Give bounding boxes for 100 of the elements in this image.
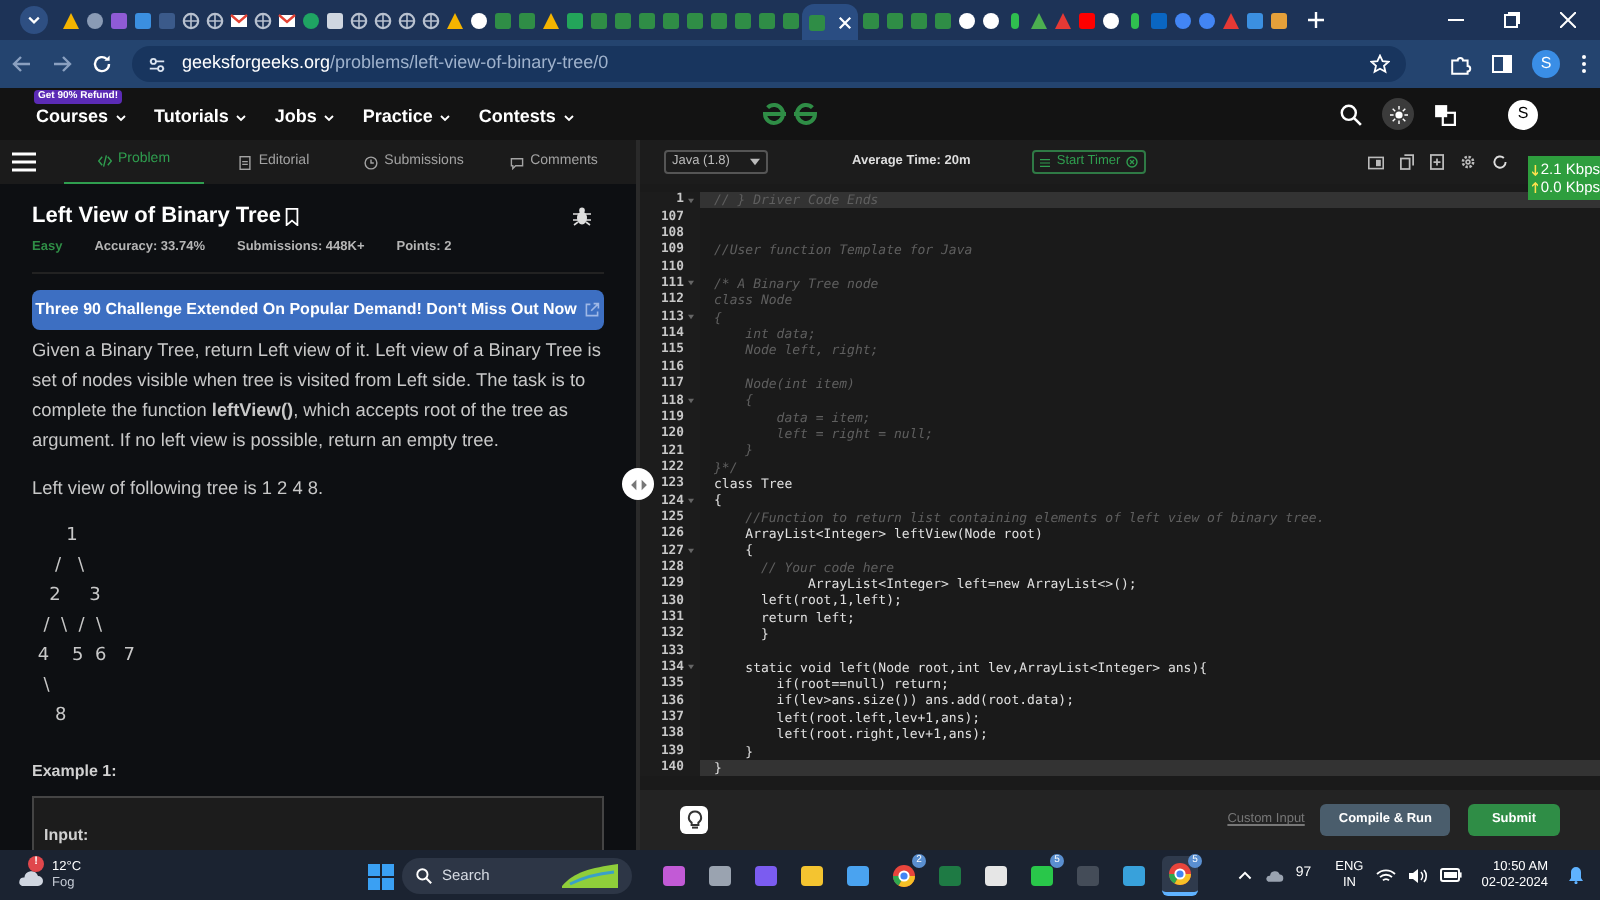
windows-logo-icon[interactable] (368, 863, 394, 889)
favicon-icon (397, 11, 415, 29)
nav-menu-item[interactable]: Jobs (274, 103, 337, 131)
favicon-icon (421, 11, 439, 29)
app-icon (800, 864, 824, 888)
announcement-banner[interactable]: Three 90 Challenge Extended On Popular Demand! Don't Miss Out Now (32, 289, 604, 330)
fold-caret-icon[interactable] (687, 397, 693, 404)
app-icon (1168, 862, 1192, 886)
address-bar[interactable]: geeksforgeeks.org/problems/left-view-of-binary-tree/0 (132, 46, 1406, 82)
app-icon (1122, 864, 1146, 888)
bell-icon[interactable] (1568, 866, 1584, 884)
tree-diagram-line: / \ / \ (41, 613, 105, 640)
favicon-icon (181, 11, 199, 29)
favicon-icon (349, 11, 367, 29)
tree-diagram-line: 1 (64, 523, 80, 550)
star-icon[interactable] (1370, 54, 1390, 74)
translate-icon[interactable] (1434, 103, 1456, 125)
app-icon (662, 864, 686, 888)
speaker-icon[interactable] (1407, 867, 1428, 883)
reload-icon[interactable] (92, 54, 112, 74)
tree-diagram-line: 2 3 (47, 583, 103, 610)
favicon-icon (373, 11, 391, 29)
add-file-icon[interactable] (1430, 154, 1444, 170)
plus-icon (1308, 12, 1324, 28)
url-text: geeksforgeeks.org/problems/left-view-of-binary-tree/0 (182, 50, 611, 77)
problem-title: Left View of Binary Tree (32, 201, 282, 232)
list-icon (1040, 157, 1051, 167)
document-icon (238, 155, 253, 169)
chevron-down-icon (26, 12, 42, 28)
nav-menu-item[interactable]: Tutorials (154, 103, 249, 131)
cloud-icon (16, 867, 44, 887)
download-arrow-icon (1532, 163, 1539, 175)
close-icon[interactable] (1560, 12, 1576, 28)
theme-toggle-button[interactable] (1382, 98, 1414, 130)
problem-description: Given a Binary Tree, return Left view of it. Left view of a Binary Tree is set of nodes visible when tree is visited from Left side. The task is to complete the function leftView(), which accepts root of the tree as argument. If no left view is possible, return an empty tree. (32, 337, 603, 454)
nav-menu-item[interactable]: Practice (362, 103, 453, 131)
app-icon (1030, 864, 1054, 888)
tree-diagram-line: 8 (52, 703, 69, 730)
fullscreen-icon[interactable] (1368, 155, 1384, 169)
more-vertical-icon[interactable] (1580, 54, 1588, 74)
forward-arrow-icon[interactable] (52, 54, 72, 74)
caret-icon (750, 158, 760, 166)
fold-caret-icon[interactable] (687, 280, 693, 287)
reset-icon[interactable] (1492, 154, 1508, 170)
arrows-icon (629, 477, 647, 491)
cloud-sync-icon[interactable] (1263, 867, 1284, 883)
close-icon[interactable] (838, 15, 852, 29)
clock-icon (364, 155, 379, 169)
fold-caret-icon[interactable] (687, 197, 693, 204)
search-icon (416, 868, 432, 884)
app-icon (984, 864, 1008, 888)
tree-diagram-line: \ (41, 673, 52, 700)
code-icon (97, 154, 112, 168)
landscape-drawing (562, 864, 618, 888)
bookmark-icon[interactable] (283, 207, 300, 225)
sidebar-icon[interactable] (1492, 54, 1512, 74)
menu-icon[interactable] (12, 152, 36, 172)
bug-icon[interactable] (572, 206, 592, 226)
tree-intro-text: Left view of following tree is 1 2 4 8. (32, 475, 326, 502)
nav-menu-item[interactable]: Contests (478, 103, 576, 131)
chevron-down-icon (234, 111, 249, 123)
fold-caret-icon[interactable] (687, 497, 693, 504)
app-icon (708, 864, 732, 888)
upload-arrow-icon (1532, 181, 1539, 193)
copy-icon[interactable] (1400, 154, 1414, 170)
user-avatar[interactable]: S (1508, 99, 1538, 129)
hint-button[interactable] (680, 806, 708, 834)
app-icon (846, 864, 870, 888)
tune-icon (148, 55, 166, 73)
wifi-icon[interactable] (1375, 867, 1396, 883)
fold-caret-icon[interactable] (687, 664, 693, 671)
chevron-down-icon (322, 111, 337, 123)
app-icon (1076, 864, 1100, 888)
fold-caret-icon[interactable] (687, 314, 693, 321)
fold-caret-icon[interactable] (687, 547, 693, 554)
app-icon (892, 864, 916, 888)
browser-tab[interactable] (802, 4, 858, 40)
external-link-icon (584, 301, 601, 318)
tab-list-button[interactable] (20, 6, 48, 34)
favicon-icon (277, 11, 295, 29)
site-logo[interactable] (760, 100, 820, 128)
app-icon (938, 864, 962, 888)
sun-icon (1389, 105, 1407, 123)
settings-icon[interactable] (1460, 154, 1476, 170)
chevron-down-icon (114, 111, 129, 123)
favicon-icon (229, 11, 247, 29)
tree-diagram-line: 4 5 6 7 (35, 643, 138, 670)
tree-diagram-line: / \ (52, 553, 87, 580)
restore-icon[interactable] (1504, 12, 1520, 28)
chevron-down-icon (438, 111, 453, 123)
nav-menu-item[interactable]: Courses (36, 103, 129, 131)
lightbulb-icon (685, 810, 703, 830)
puzzle-icon[interactable] (1450, 53, 1472, 75)
chevron-up-icon[interactable] (1237, 870, 1252, 880)
back-arrow-icon[interactable] (12, 54, 32, 74)
close-icon (1126, 156, 1139, 168)
battery-icon[interactable] (1439, 868, 1462, 882)
input-label: Input: (44, 825, 89, 844)
search-icon[interactable] (1340, 103, 1362, 125)
new-tab-button[interactable] (1304, 8, 1328, 32)
